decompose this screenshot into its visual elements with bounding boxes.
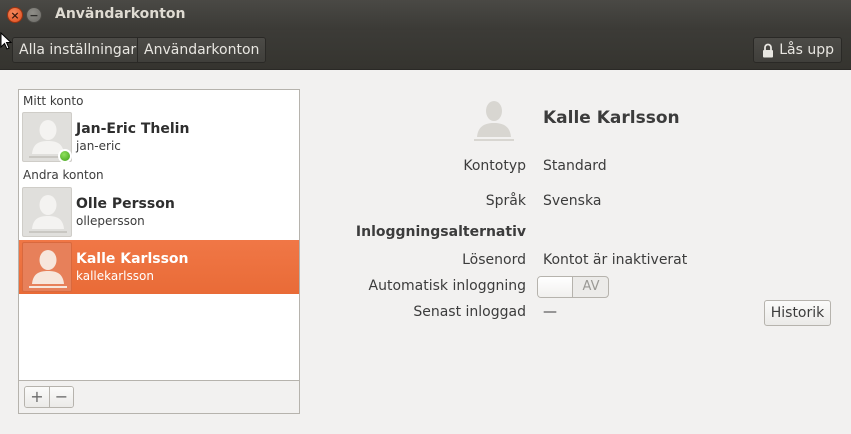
user-silhouette-icon bbox=[29, 250, 67, 288]
user-name: Jan-Eric Thelin bbox=[76, 121, 190, 137]
login-options-heading: Inloggningsalternativ bbox=[355, 224, 526, 240]
history-button[interactable]: Historik bbox=[764, 300, 831, 326]
switch-knob bbox=[538, 277, 573, 297]
user-name: Olle Persson bbox=[76, 196, 175, 212]
mouse-cursor-icon bbox=[0, 32, 12, 50]
account-type-value[interactable]: Standard bbox=[543, 158, 607, 174]
password-value[interactable]: Kontot är inaktiverat bbox=[543, 252, 687, 268]
toolbar: Alla inställningar Användarkonton Lås up… bbox=[0, 30, 851, 70]
add-remove-group: + − bbox=[24, 386, 74, 408]
last-login-value: — bbox=[543, 304, 557, 320]
user-row-kalle[interactable]: Kalle Karlsson kallekarlsson bbox=[19, 240, 299, 294]
user-login: kallekarlsson bbox=[76, 269, 154, 283]
user-silhouette-icon bbox=[29, 195, 67, 233]
minimize-window-button[interactable]: − bbox=[26, 7, 42, 23]
close-window-button[interactable]: × bbox=[7, 7, 23, 23]
unlock-label: Lås upp bbox=[779, 42, 834, 58]
add-user-button[interactable]: + bbox=[25, 387, 49, 407]
title-bar: × − Användarkonton bbox=[0, 0, 851, 30]
breadcrumb: Alla inställningar Användarkonton bbox=[12, 37, 267, 63]
breadcrumb-all-settings[interactable]: Alla inställningar bbox=[13, 38, 137, 62]
last-login-label: Senast inloggad bbox=[413, 304, 526, 320]
my-account-heading: Mitt konto bbox=[23, 94, 84, 108]
user-login: jan-eric bbox=[76, 139, 121, 153]
account-name[interactable]: Kalle Karlsson bbox=[543, 108, 680, 128]
user-name: Kalle Karlsson bbox=[76, 251, 189, 267]
user-list: Mitt konto Jan-Eric Thelin jan-eric Andr… bbox=[18, 89, 300, 381]
user-list-toolbar: + − bbox=[18, 381, 300, 414]
user-login: ollepersson bbox=[76, 214, 145, 228]
user-avatar-icon[interactable] bbox=[471, 97, 517, 143]
autologin-switch[interactable]: AV bbox=[537, 276, 609, 298]
online-status-icon bbox=[58, 149, 72, 163]
language-value[interactable]: Svenska bbox=[543, 193, 601, 209]
remove-user-button[interactable]: − bbox=[49, 387, 73, 407]
avatar bbox=[22, 187, 72, 237]
account-type-label: Kontotyp bbox=[463, 158, 526, 174]
breadcrumb-user-accounts[interactable]: Användarkonton bbox=[137, 38, 266, 62]
autologin-label: Automatisk inloggning bbox=[368, 278, 526, 294]
window-title: Användarkonton bbox=[55, 6, 186, 22]
unlock-button[interactable]: Lås upp bbox=[753, 37, 842, 63]
password-label: Lösenord bbox=[462, 252, 526, 268]
avatar bbox=[22, 242, 72, 292]
switch-state-label: AV bbox=[582, 279, 600, 294]
user-row-olle[interactable]: Olle Persson ollepersson bbox=[19, 185, 299, 239]
user-row-jan-eric[interactable]: Jan-Eric Thelin jan-eric bbox=[19, 110, 299, 164]
other-accounts-heading: Andra konton bbox=[23, 168, 104, 182]
language-label: Språk bbox=[485, 193, 526, 209]
lock-icon bbox=[763, 43, 774, 57]
